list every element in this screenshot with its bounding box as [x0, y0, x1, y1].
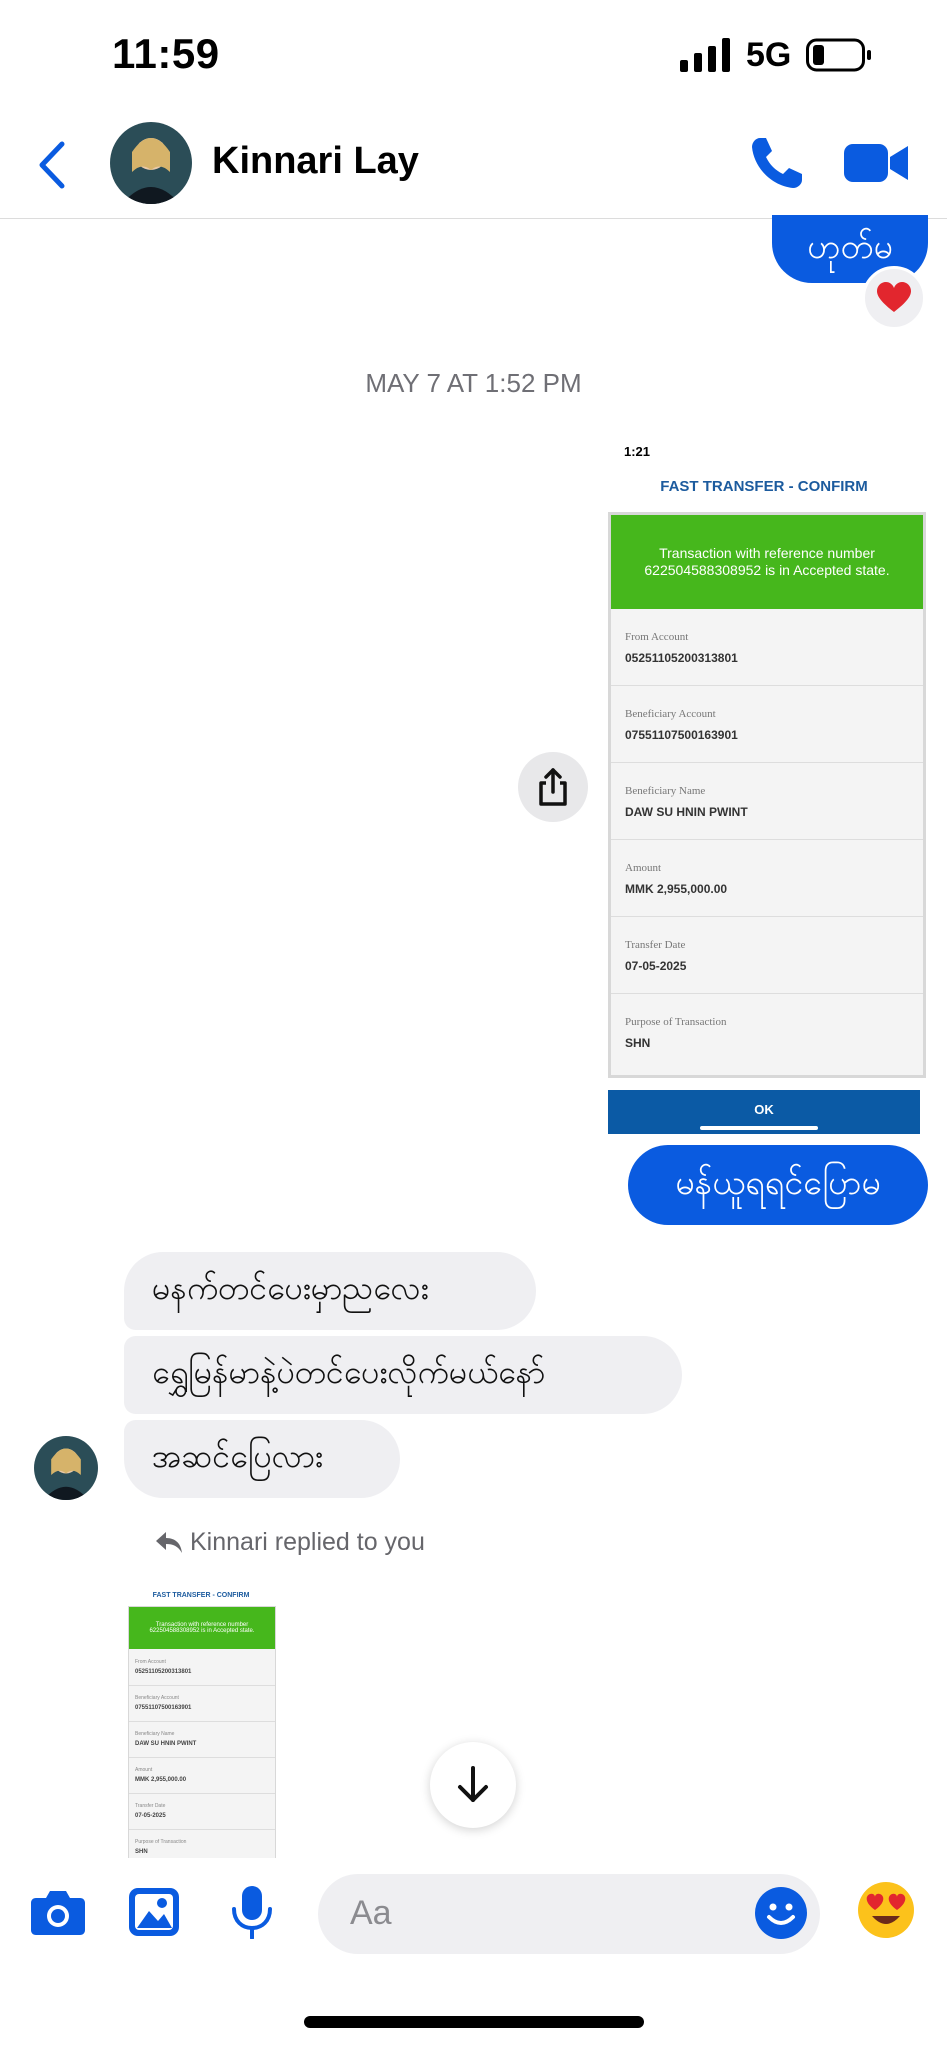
replied-image-thumbnail[interactable]: FAST TRANSFER - CONFIRM Transaction with…	[124, 1572, 278, 1858]
thumbnail-field: Amount MMK 2,955,000.00	[129, 1757, 275, 1794]
battery-icon	[806, 38, 871, 72]
field-value: DAW SU HNIN PWINT	[625, 805, 748, 819]
field-value: 07-05-2025	[135, 1813, 166, 1819]
screenshot-time: 1:21	[624, 444, 651, 459]
gallery-button[interactable]	[124, 1882, 184, 1942]
field-beneficiary-account: Beneficiary Account 07551107500163901	[611, 686, 923, 763]
message-input[interactable]: Aa	[318, 1874, 820, 1954]
scroll-to-bottom-button[interactable]	[430, 1742, 516, 1828]
camera-button[interactable]	[28, 1882, 88, 1942]
field-label: From Account	[625, 631, 689, 643]
field-label: Purpose of Transaction	[625, 1016, 727, 1028]
thumbnail-field: Beneficiary Name DAW SU HNIN PWINT	[129, 1721, 275, 1758]
reply-arrow-icon	[156, 1531, 182, 1553]
share-icon	[539, 768, 567, 806]
status-time: 11:59	[112, 30, 220, 77]
outgoing-message[interactable]: မန်ယူရရင်ပြောမ	[628, 1145, 928, 1225]
contact-avatar[interactable]	[110, 122, 192, 204]
field-label: Beneficiary Name	[135, 1731, 175, 1737]
field-label: Beneficiary Name	[625, 785, 706, 797]
field-value: 05251105200313801	[135, 1669, 192, 1675]
message-placeholder: Aa	[350, 1894, 392, 1932]
thumbnail-field: Transfer Date 07-05-2025	[129, 1793, 275, 1830]
field-value: MMK 2,955,000.00	[625, 882, 728, 896]
thumbnail-title: FAST TRANSFER - CONFIRM	[152, 1592, 250, 1599]
screenshot-title: FAST TRANSFER - CONFIRM	[660, 478, 868, 495]
contact-avatar-small[interactable]	[34, 1436, 98, 1500]
camera-icon	[31, 1891, 85, 1935]
home-bar	[700, 1126, 818, 1130]
home-indicator	[304, 2016, 644, 2028]
field-value: 07551107500163901	[135, 1705, 192, 1711]
field-label: Transfer Date	[625, 939, 686, 951]
thumbnail-field: Purpose of Transaction SHN	[129, 1829, 275, 1858]
field-value: DAW SU HNIN PWINT	[135, 1741, 197, 1747]
thumbnail-card: Transaction with reference number 622504…	[128, 1606, 276, 1858]
field-label: Transfer Date	[135, 1803, 166, 1809]
field-value: 07-05-2025	[625, 959, 687, 973]
reply-indicator: Kinnari replied to you	[156, 1528, 425, 1557]
sticker-smiley-icon[interactable]	[754, 1886, 808, 1940]
video-camera-icon[interactable]	[842, 138, 910, 188]
field-beneficiary-name: Beneficiary Name DAW SU HNIN PWINT	[611, 763, 923, 840]
network-label: 5G	[746, 36, 792, 74]
field-label: Beneficiary Account	[625, 708, 716, 720]
share-button[interactable]	[518, 752, 588, 822]
field-amount: Amount MMK 2,955,000.00	[611, 840, 923, 917]
microphone-icon	[232, 1886, 272, 1939]
image-icon	[129, 1888, 179, 1936]
thumbnail-field: From Account 05251105200313801	[129, 1649, 275, 1686]
voice-button[interactable]	[222, 1882, 282, 1942]
reply-text: Kinnari replied to you	[190, 1528, 425, 1556]
field-label: Amount	[135, 1767, 153, 1773]
chat-header: Kinnari Lay	[0, 110, 947, 219]
field-purpose: Purpose of Transaction SHN	[611, 994, 923, 1070]
back-chevron-icon[interactable]	[34, 140, 70, 190]
field-value: SHN	[625, 1036, 651, 1050]
field-label: From Account	[135, 1659, 166, 1665]
field-value: 07551107500163901	[625, 728, 738, 742]
thumbnail-banner: Transaction with reference number 622504…	[129, 1607, 275, 1649]
field-value: MMK 2,955,000.00	[135, 1777, 187, 1783]
image-attachment[interactable]: 1:21 FAST TRANSFER - CONFIRM Transaction…	[600, 440, 928, 1135]
field-label: Amount	[625, 862, 662, 874]
field-label: Purpose of Transaction	[135, 1839, 187, 1845]
incoming-message[interactable]: ရွှေမြန်မာနဲ့ပဲတင်ပေးလိုက်မယ်နော်	[124, 1336, 682, 1414]
thumbnail-field: Beneficiary Account 07551107500163901	[129, 1685, 275, 1722]
heart-reaction-icon[interactable]	[862, 266, 926, 330]
phone-icon[interactable]	[748, 134, 806, 192]
field-value: 05251105200313801	[625, 651, 738, 665]
field-value: SHN	[135, 1849, 148, 1855]
arrow-down-icon	[458, 1766, 488, 1802]
contact-name[interactable]: Kinnari Lay	[212, 140, 419, 183]
signal-icon	[680, 38, 730, 72]
field-from-account: From Account 05251105200313801	[611, 609, 923, 686]
field-label: Beneficiary Account	[135, 1695, 179, 1701]
incoming-message[interactable]: အဆင်ပြေလား	[124, 1420, 400, 1498]
incoming-message[interactable]: မနက်တင်ပေးမှာညလေး	[124, 1252, 536, 1330]
transaction-banner: Transaction with reference number 622504…	[611, 515, 923, 609]
field-transfer-date: Transfer Date 07-05-2025	[611, 917, 923, 994]
timestamp: MAY 7 AT 1:52 PM	[365, 368, 582, 398]
transfer-card: Transaction with reference number 622504…	[608, 512, 926, 1078]
heart-eyes-emoji-icon[interactable]	[856, 1880, 916, 1940]
